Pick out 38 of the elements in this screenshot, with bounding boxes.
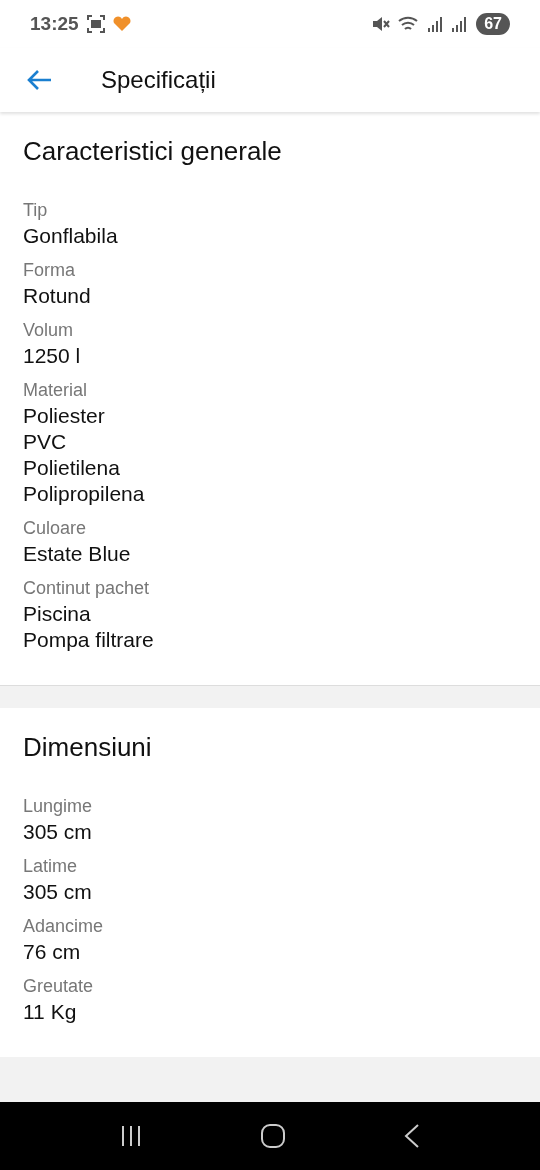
spec-value: 11 Kg — [23, 999, 78, 1025]
page-title: Specificații — [101, 66, 216, 94]
section-title: Caracteristici generale — [23, 136, 283, 167]
home-icon[interactable] — [261, 1124, 285, 1148]
spec-value: Rotund — [23, 283, 92, 309]
spec-label: Tip — [23, 199, 49, 222]
screenshot-icon — [86, 15, 105, 33]
status-time: 13:25 — [30, 13, 79, 35]
signal-icon — [452, 16, 469, 32]
spec-value: PVC — [23, 429, 68, 455]
spec-value: Polipropilena — [23, 481, 146, 507]
spec-label: Forma — [23, 259, 76, 282]
spec-label: Greutate — [23, 975, 95, 998]
spec-value: 305 cm — [23, 819, 93, 845]
spec-label: Culoare — [23, 517, 88, 540]
spec-value: Pompa filtrare — [23, 627, 155, 653]
spec-label: Adancime — [23, 915, 105, 938]
back-icon[interactable] — [404, 1124, 421, 1148]
recent-apps-icon[interactable] — [119, 1125, 142, 1147]
spec-value: Polietilena — [23, 455, 121, 481]
spec-value: 76 cm — [23, 939, 82, 965]
spec-label: Latime — [23, 855, 79, 878]
section-title: Dimensiuni — [23, 732, 153, 763]
battery-indicator: 67 — [476, 13, 510, 35]
spec-label: Continut pachet — [23, 577, 151, 600]
spec-label: Material — [23, 379, 89, 402]
spec-label: Volum — [23, 319, 75, 342]
spec-value: Gonflabila — [23, 223, 119, 249]
spec-value: 305 cm — [23, 879, 93, 905]
spec-value: Estate Blue — [23, 541, 132, 567]
spec-value: 1250 l — [23, 343, 82, 369]
spec-label: Lungime — [23, 795, 94, 818]
back-arrow-icon[interactable] — [26, 69, 52, 91]
spec-value: Piscina — [23, 601, 92, 627]
spec-value: Poliester — [23, 403, 106, 429]
signal-icon — [428, 16, 445, 32]
mute-icon — [372, 16, 391, 32]
heart-icon — [112, 16, 131, 32]
